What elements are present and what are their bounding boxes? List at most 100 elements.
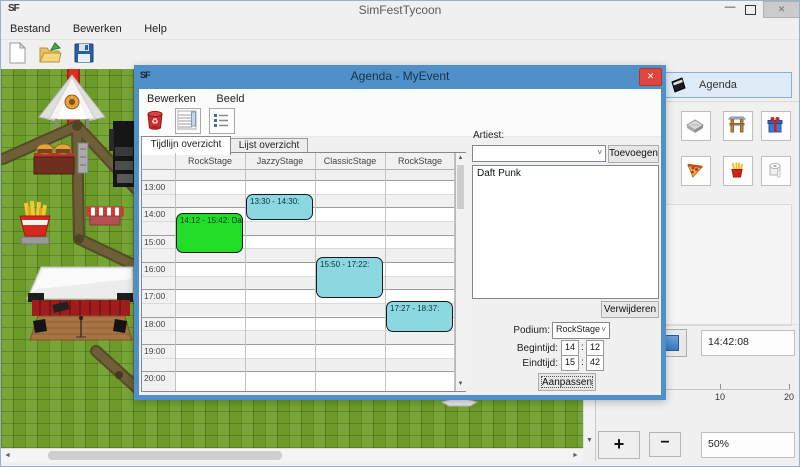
- scroll-left-icon[interactable]: ◄: [2, 451, 13, 461]
- schedule-grid[interactable]: RockStage JazzyStage ClassicStage RockSt…: [141, 152, 466, 392]
- scaffold-stage: [109, 121, 135, 187]
- time-label: 15:00: [144, 237, 165, 247]
- open-folder-icon: [38, 41, 62, 65]
- agenda-dialog: SF Agenda - MyEvent ✕ Bewerken Beeld ♻: [134, 65, 666, 400]
- window-title: SimFestTycoon: [1, 3, 799, 17]
- map-horizontal-scrollbar[interactable]: ◄ ►: [1, 448, 583, 462]
- menu-help[interactable]: Help: [135, 20, 176, 38]
- half-hour-line: [142, 276, 455, 277]
- burger-stand: [34, 144, 74, 174]
- add-artist-button[interactable]: Toevoegen: [608, 145, 659, 163]
- scroll-right-icon[interactable]: ►: [570, 451, 581, 461]
- main-window: SF SimFestTycoon — ✕ Bestand Bewerken He…: [0, 0, 800, 467]
- begin-time-label: Begintijd:: [494, 343, 558, 354]
- time-label: 20:00: [144, 373, 165, 383]
- hour-line: [142, 371, 455, 372]
- schedule-scrollbar[interactable]: ▲ ▼: [455, 153, 466, 391]
- menu-bewerken[interactable]: Bewerken: [64, 20, 131, 38]
- popcorn-stand: [87, 207, 123, 225]
- trash-icon: ♻: [143, 108, 167, 132]
- slider-tick: [720, 384, 721, 389]
- end-hour-input[interactable]: 15: [561, 355, 579, 371]
- schedule-event[interactable]: 13:30 - 14:30:: [246, 194, 313, 220]
- colon-separator: :: [581, 342, 584, 353]
- podium-label: Podium:: [489, 325, 550, 336]
- slider-label: 20: [777, 392, 800, 402]
- artist-list[interactable]: Daft Punk: [472, 165, 659, 299]
- zoom-level-display: 50%: [701, 432, 795, 458]
- zoom-in-button[interactable]: +: [598, 431, 640, 459]
- time-label: 19:00: [144, 346, 165, 356]
- timeline-view-button[interactable]: [175, 108, 201, 134]
- shop-fries-button[interactable]: [723, 156, 753, 186]
- begin-minute-input[interactable]: 12: [586, 340, 604, 356]
- shop-pizza-button[interactable]: [681, 156, 711, 186]
- list-view-icon: [210, 109, 232, 131]
- hour-line: [142, 344, 455, 345]
- begin-hour-input[interactable]: 14: [561, 340, 579, 356]
- scrollbar-thumb[interactable]: [457, 165, 464, 209]
- apply-button[interactable]: Aanpassen: [538, 373, 596, 391]
- hour-line: [142, 180, 455, 181]
- fries-icon: [727, 160, 747, 180]
- chevron-down-icon: ˅: [597, 148, 602, 157]
- zoom-out-button[interactable]: −: [649, 432, 681, 457]
- dialog-close-button[interactable]: ✕: [639, 68, 662, 86]
- tab-tijdlijn-overzicht[interactable]: Tijdlijn overzicht: [141, 136, 231, 155]
- shop-toiletpaper-button[interactable]: [761, 156, 791, 186]
- path-tile-icon: [685, 115, 705, 135]
- dialog-title: Agenda - MyEvent: [134, 69, 666, 83]
- agenda-button[interactable]: Agenda: [660, 72, 792, 98]
- dialog-menu-bewerken[interactable]: Bewerken: [139, 91, 204, 107]
- clock-display: 14:42:08: [701, 330, 795, 356]
- scroll-down-icon[interactable]: ▼: [456, 381, 465, 387]
- shop-stage-button[interactable]: [723, 111, 753, 141]
- list-view-button[interactable]: [209, 108, 235, 134]
- tab-lijst-overzicht[interactable]: Lijst overzicht: [230, 138, 308, 153]
- podium-value: RockStage: [556, 324, 600, 334]
- time-label: 18:00: [144, 319, 165, 329]
- schedule-event[interactable]: 14:12 - 15:42: Daft P: [176, 213, 243, 253]
- hour-line: [142, 262, 455, 263]
- artist-list-item[interactable]: Daft Punk: [473, 166, 658, 179]
- artist-label: Artiest:: [473, 130, 504, 141]
- slider-label: 10: [708, 392, 732, 402]
- column-divider: [245, 153, 246, 391]
- save-floppy-icon: [72, 41, 96, 65]
- shop-path-button[interactable]: [681, 111, 711, 141]
- time-label: 16:00: [144, 264, 165, 274]
- menu-bar: Bestand Bewerken Help: [1, 19, 799, 40]
- chevron-down-icon: ˅: [601, 325, 606, 334]
- scroll-down-icon[interactable]: ▼: [584, 436, 595, 446]
- maximize-button[interactable]: [745, 5, 756, 15]
- new-document-icon: [6, 41, 30, 65]
- close-button[interactable]: ✕: [763, 1, 800, 18]
- save-button[interactable]: [72, 41, 98, 67]
- remove-artist-button[interactable]: Verwijderen: [601, 301, 659, 318]
- open-file-button[interactable]: [38, 41, 64, 67]
- menu-sign: [78, 143, 88, 173]
- time-label: 17:00: [144, 291, 165, 301]
- menu-bestand[interactable]: Bestand: [1, 20, 59, 38]
- shop-gift-button[interactable]: [761, 111, 791, 141]
- svg-text:♻: ♻: [151, 117, 158, 126]
- schedule-event[interactable]: 15:50 - 17:22:: [316, 257, 383, 298]
- podium-combobox[interactable]: RockStage ˅: [552, 322, 610, 339]
- minimize-button[interactable]: —: [721, 1, 739, 17]
- scrollbar-thumb[interactable]: [48, 451, 282, 460]
- column-header: ClassicStage: [315, 156, 385, 166]
- delete-event-button[interactable]: ♻: [143, 108, 169, 134]
- schedule-event[interactable]: 17:27 - 18:37:: [386, 301, 453, 332]
- pizza-icon: [685, 160, 705, 180]
- dialog-menu-beeld[interactable]: Beeld: [208, 91, 252, 107]
- scroll-up-icon[interactable]: ▲: [456, 155, 465, 161]
- end-time-label: Eindtijd:: [494, 358, 558, 369]
- new-file-button[interactable]: [6, 41, 32, 67]
- end-minute-input[interactable]: 42: [586, 355, 604, 371]
- artist-combobox[interactable]: ˅: [472, 145, 606, 162]
- agenda-label: Agenda: [699, 79, 737, 91]
- dialog-menu-bar: Bewerken Beeld: [139, 89, 661, 108]
- timeline-view-icon: [176, 109, 198, 131]
- schedule-header: RockStage JazzyStage ClassicStage RockSt…: [142, 153, 455, 170]
- fries-stand: [20, 201, 50, 244]
